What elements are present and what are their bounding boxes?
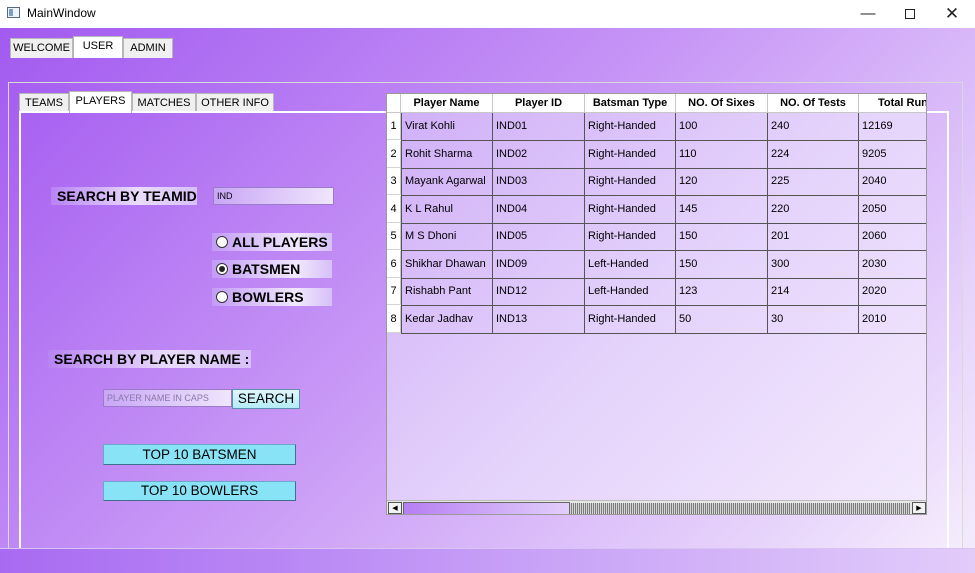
cell-player-name[interactable]: Virat Kohli [401,113,493,141]
cell-sixes[interactable]: 123 [676,278,768,306]
cell-player-name[interactable]: Rishabh Pant [401,278,493,306]
cell-player-name[interactable]: M S Dhoni [401,223,493,251]
window-bottom-band [0,548,975,573]
cell-total-runs[interactable]: 2050 [859,196,926,224]
cell-player-name[interactable]: K L Rahul [401,195,493,224]
minimize-button[interactable]: — [846,0,890,27]
search-button[interactable]: SEARCH [232,389,300,409]
players-table[interactable]: Player Name Player ID Batsman Type NO. O… [386,93,927,515]
radio-bowlers[interactable]: BOWLERS [212,288,332,306]
tab-admin[interactable]: ADMIN [123,38,173,58]
tab-welcome[interactable]: WELCOME [10,38,73,58]
cell-sixes[interactable]: 100 [676,113,768,141]
cell-sixes[interactable]: 120 [676,168,768,196]
row-header[interactable]: 5 [387,223,401,250]
cell-total-runs[interactable]: 2060 [859,223,926,251]
row-header[interactable]: 4 [387,195,401,223]
row-header[interactable]: 3 [387,168,401,195]
column-header-tests[interactable]: NO. Of Tests [768,94,859,113]
cell-player-name[interactable]: Rohit Sharma [401,140,493,169]
column-header-sixes[interactable]: NO. Of Sixes [676,94,768,113]
cell-batsman-type[interactable]: Right-Handed [585,223,676,251]
top-10-batsmen-button[interactable]: TOP 10 BATSMEN [103,444,296,465]
cell-total-runs[interactable]: 2040 [859,168,926,196]
cell-total-runs[interactable]: 12169 [859,113,926,141]
cell-player-id[interactable]: IND12 [493,278,585,306]
maximize-icon [905,9,915,20]
tab-players[interactable]: PLAYERS [69,91,132,113]
column-header-total-runs[interactable]: Total Runs [859,94,926,113]
cell-tests[interactable]: 300 [768,250,859,279]
cell-total-runs[interactable]: 9205 [859,141,926,169]
row-header[interactable]: 8 [387,305,401,333]
cell-sixes[interactable]: 110 [676,140,768,169]
table-corner-cell [387,94,401,113]
cell-batsman-type[interactable]: Left-Handed [585,278,676,306]
radio-all-players-label: ALL PLAYERS [232,234,328,250]
cell-sixes[interactable]: 50 [676,305,768,334]
row-header[interactable]: 6 [387,250,401,278]
cell-tests[interactable]: 224 [768,140,859,169]
tab-teams[interactable]: TEAMS [19,93,69,113]
radio-batsmen-label: BATSMEN [232,261,301,277]
window-title: MainWindow [27,6,96,20]
radio-all-players[interactable]: ALL PLAYERS [212,233,332,251]
column-header-batsman-type[interactable]: Batsman Type [585,94,676,113]
close-button[interactable]: ✕ [930,0,974,27]
cell-player-name[interactable]: Mayank Agarwal [401,168,493,196]
scroll-thumb[interactable] [403,502,570,514]
row-header[interactable]: 7 [387,278,401,305]
cell-sixes[interactable]: 150 [676,223,768,251]
cell-tests[interactable]: 201 [768,223,859,251]
tab-matches[interactable]: MATCHES [132,93,196,113]
cell-sixes[interactable]: 145 [676,195,768,224]
cell-player-id[interactable]: IND03 [493,168,585,196]
row-header[interactable]: 2 [387,140,401,168]
cell-tests[interactable]: 240 [768,113,859,141]
radio-batsmen[interactable]: BATSMEN [212,260,332,278]
app-window-icon [7,7,20,18]
cell-batsman-type[interactable]: Right-Handed [585,113,676,141]
row-header[interactable]: 1 [387,113,401,140]
tab-other-info[interactable]: OTHER INFO [196,93,274,113]
cell-player-id[interactable]: IND05 [493,223,585,251]
cell-player-name[interactable]: Kedar Jadhav [401,305,493,334]
top-10-bowlers-button[interactable]: TOP 10 BOWLERS [103,481,296,501]
radio-bowlers-label: BOWLERS [232,289,304,305]
cell-batsman-type[interactable]: Right-Handed [585,140,676,169]
cell-batsman-type[interactable]: Right-Handed [585,195,676,224]
player-name-input[interactable]: PLAYER NAME IN CAPS [103,389,232,407]
cell-player-id[interactable]: IND09 [493,250,585,279]
search-by-player-name-label: SEARCH BY PLAYER NAME : [48,350,251,368]
cell-total-runs[interactable]: 2020 [859,278,926,306]
cell-player-name[interactable]: Shikhar Dhawan [401,250,493,279]
maximize-button[interactable] [888,0,932,27]
horizontal-scrollbar[interactable]: ◀ ▶ [387,500,926,514]
cell-sixes[interactable]: 150 [676,250,768,279]
cell-total-runs[interactable]: 2010 [859,306,926,334]
cell-batsman-type[interactable]: Right-Handed [585,305,676,334]
title-bar: MainWindow — ✕ [0,0,975,27]
cell-tests[interactable]: 30 [768,305,859,334]
scroll-left-icon[interactable]: ◀ [388,502,402,514]
tab-user[interactable]: USER [73,36,123,58]
scroll-right-icon[interactable]: ▶ [912,502,926,514]
column-header-player-name[interactable]: Player Name [401,94,493,113]
radio-circle-icon [216,236,228,248]
cell-player-id[interactable]: IND01 [493,113,585,141]
search-by-teamid-label: SEARCH BY TEAMID [51,187,197,205]
cell-batsman-type[interactable]: Left-Handed [585,250,676,279]
cell-total-runs[interactable]: 2030 [859,251,926,279]
cell-player-id[interactable]: IND13 [493,305,585,334]
radio-circle-icon [216,291,228,303]
column-header-player-id[interactable]: Player ID [493,94,585,113]
cell-batsman-type[interactable]: Right-Handed [585,168,676,196]
cell-player-id[interactable]: IND02 [493,140,585,169]
cell-player-id[interactable]: IND04 [493,195,585,224]
cell-tests[interactable]: 220 [768,195,859,224]
cell-tests[interactable]: 225 [768,168,859,196]
teamid-input[interactable]: IND [213,187,334,205]
radio-checked-icon [216,263,228,275]
cell-tests[interactable]: 214 [768,278,859,306]
